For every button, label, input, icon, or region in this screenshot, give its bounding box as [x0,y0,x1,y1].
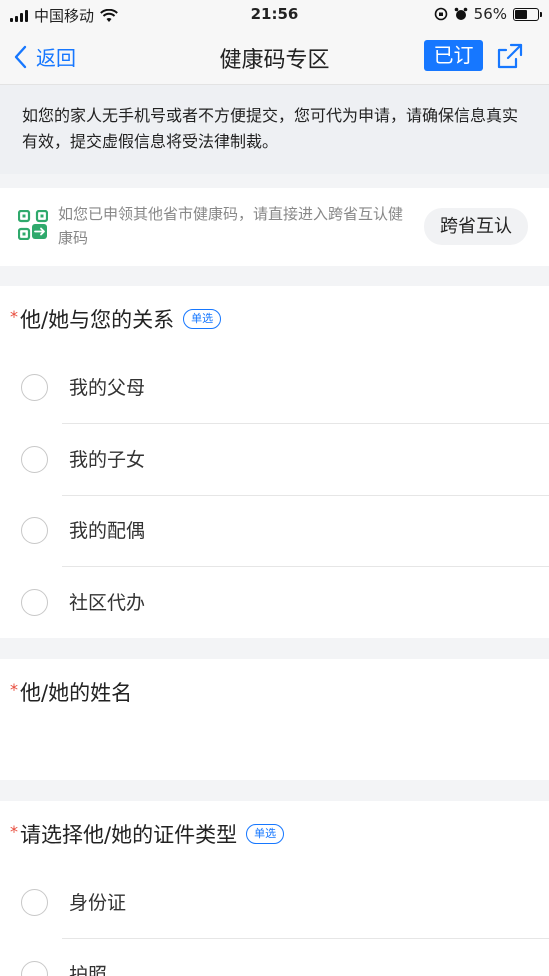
battery-fill [515,9,528,19]
id-type-title-text: 请选择他/她的证件类型 [20,823,238,847]
relation-option-children[interactable]: 我的子女 [0,423,549,495]
relation-option-parents[interactable]: 我的父母 [0,351,549,423]
cross-province-card: 如您已申领其他省市健康码，请直接进入跨省互认健康码 跨省互认 [0,188,549,266]
option-label: 我的子女 [69,449,146,471]
status-bar: 中国移动 21:56 56% [0,0,549,28]
name-input[interactable] [20,717,529,765]
radio-button[interactable] [21,889,48,916]
cross-province-button[interactable]: 跨省互认 [424,208,528,245]
id-type-option-id-card[interactable]: 身份证 [0,866,549,938]
relation-option-community[interactable]: 社区代办 [0,566,549,638]
relation-option-spouse[interactable]: 我的配偶 [0,494,549,566]
share-icon [497,43,523,69]
id-type-option-passport[interactable]: 护照 [0,938,549,976]
status-right: 56% [434,5,542,23]
cross-province-code-icon [18,210,48,240]
subscribed-button[interactable]: 已订 [424,40,483,71]
battery-percent: 56% [473,5,507,23]
name-question: * 他/她的姓名 [0,659,549,780]
name-question-title: * 他/她的姓名 [10,677,132,707]
notice-banner: 如您的家人无手机号或者不方便提交，您可代为申请，请确保信息真实有效，提交虚假信息… [0,84,549,174]
option-label: 身份证 [69,892,127,914]
radio-button[interactable] [21,961,48,976]
nav-bar: 返回 健康码专区 已订 [0,28,549,84]
relation-question: * 他/她与您的关系 单选 我的父母 我的子女 我的配偶 社区代办 [0,286,549,638]
radio-button[interactable] [21,517,48,544]
share-button[interactable] [494,40,526,72]
relation-question-title: * 他/她与您的关系 单选 [10,304,222,334]
alarm-icon [454,7,467,20]
id-type-question-title: * 请选择他/她的证件类型 单选 [10,819,285,849]
relation-title-text: 他/她与您的关系 [20,308,175,332]
option-label: 我的配偶 [69,520,146,542]
id-type-question: * 请选择他/她的证件类型 单选 身份证 护照 [0,801,549,976]
name-title-text: 他/她的姓名 [20,681,133,705]
cross-province-text: 如您已申领其他省市健康码，请直接进入跨省互认健康码 [58,205,404,247]
single-choice-badge: 单选 [183,309,222,329]
rotation-lock-icon [434,7,447,21]
single-choice-badge: 单选 [246,824,285,844]
radio-button[interactable] [21,589,48,616]
radio-button[interactable] [21,446,48,473]
radio-button[interactable] [21,374,48,401]
notice-text: 如您的家人无手机号或者不方便提交，您可代为申请，请确保信息真实有效，提交虚假信息… [22,106,519,151]
required-mark: * [10,679,18,699]
option-label: 护照 [69,964,108,976]
battery-icon [513,7,542,21]
option-label: 社区代办 [69,592,146,614]
required-mark: * [10,821,18,841]
option-label: 我的父母 [69,377,146,399]
required-mark: * [10,306,18,326]
